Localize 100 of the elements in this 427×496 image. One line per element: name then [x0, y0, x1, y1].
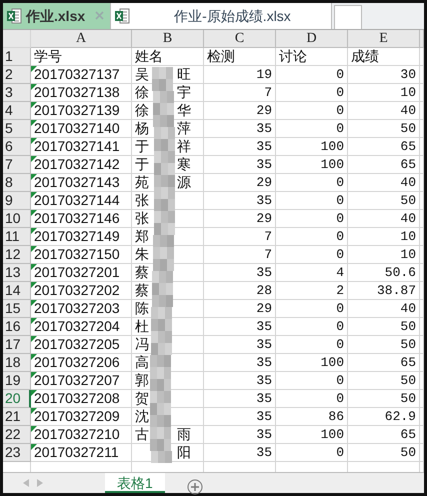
row-header[interactable]: 16 — [3, 318, 31, 336]
table-cell: 50 — [348, 318, 420, 336]
row-header[interactable]: 11 — [3, 228, 31, 246]
scroll-right-icon[interactable] — [37, 479, 43, 487]
name-text: 阳 — [177, 444, 191, 460]
name-text: 寒 — [177, 156, 191, 172]
spreadsheet-file-icon — [115, 8, 130, 24]
table-cell: 0 — [276, 318, 348, 336]
row-header[interactable]: 20 — [3, 390, 31, 408]
table-cell: 65 — [348, 354, 420, 372]
table-cell: 7 — [204, 84, 276, 102]
column-header[interactable]: A — [31, 30, 132, 48]
table-cell: 20170327146 — [31, 210, 132, 228]
row-header[interactable]: 13 — [3, 264, 31, 282]
name-text: 旺 — [177, 66, 191, 82]
table-cell: 0 — [276, 210, 348, 228]
table-cell: 检测 — [204, 48, 276, 66]
table-cell: 40 — [348, 300, 420, 318]
name-text: 雨 — [177, 426, 191, 442]
name-text: 萍 — [177, 120, 191, 136]
row-header[interactable]: 6 — [3, 138, 31, 156]
scroll-left-icon[interactable] — [23, 479, 29, 487]
table-cell: 20170327210 — [31, 426, 132, 444]
table-cell: 20170327204 — [31, 318, 132, 336]
name-text: 郑 — [135, 228, 150, 245]
table-cell: 20170327206 — [31, 354, 132, 372]
table-cell: 35 — [204, 444, 276, 462]
table-cell: 7 — [204, 228, 276, 246]
name-text: 宇 — [177, 84, 191, 100]
table-cell: 50 — [348, 192, 420, 210]
row-header[interactable]: 7 — [3, 156, 31, 174]
row-header[interactable]: 4 — [3, 102, 31, 120]
row-header[interactable]: 19 — [3, 372, 31, 390]
table-cell: 35 — [204, 354, 276, 372]
name-text: 朱 — [135, 246, 150, 263]
table-cell: 4 — [276, 264, 348, 282]
new-tab-button[interactable] — [334, 5, 362, 29]
column-header[interactable]: E — [348, 30, 420, 48]
table-cell: 20170327142 — [31, 156, 132, 174]
table-cell: 65 — [348, 138, 420, 156]
row-header[interactable]: 23 — [3, 444, 31, 462]
column-header[interactable]: B — [132, 30, 204, 48]
table-cell: 0 — [276, 174, 348, 192]
row-header[interactable]: 2 — [3, 66, 31, 84]
name-text: 于 — [135, 156, 150, 173]
table-cell: 7 — [204, 246, 276, 264]
row-header[interactable]: 14 — [3, 282, 31, 300]
table-cell: 35 — [204, 156, 276, 174]
table-cell: 0 — [276, 120, 348, 138]
name-text: 杜 — [135, 318, 150, 335]
table-cell: 0 — [276, 228, 348, 246]
table-cell: 20170327143 — [31, 174, 132, 192]
table-cell: 65 — [348, 426, 420, 444]
table-cell: 40 — [348, 174, 420, 192]
table-cell: 50.6 — [348, 264, 420, 282]
table-cell: 0 — [276, 66, 348, 84]
row-header[interactable]: 12 — [3, 246, 31, 264]
row-header[interactable]: 8 — [3, 174, 31, 192]
table-cell: 62.9 — [348, 408, 420, 426]
row-header[interactable]: 3 — [3, 84, 31, 102]
table-cell: 29 — [204, 174, 276, 192]
table-cell: 38.87 — [348, 282, 420, 300]
table-cell: 讨论 — [276, 48, 348, 66]
table-cell: 50 — [348, 120, 420, 138]
name-text: 蔡 — [135, 282, 150, 299]
table-cell: 20170327205 — [31, 336, 132, 354]
row-header[interactable]: 18 — [3, 354, 31, 372]
row-header[interactable]: 21 — [3, 408, 31, 426]
file-tab[interactable]: 作业-原始成绩.xlsx — [111, 3, 332, 29]
row-header[interactable]: 22 — [3, 426, 31, 444]
file-tab[interactable]: 作业.xlsx — [3, 3, 112, 29]
table-cell: 100 — [276, 426, 348, 444]
column-header[interactable]: D — [276, 30, 348, 48]
name-text: 徐 — [135, 102, 150, 119]
name-text: 源 — [177, 174, 191, 190]
name-text: 高 — [135, 354, 150, 371]
row-header[interactable]: 10 — [3, 210, 31, 228]
row-header[interactable]: 15 — [3, 300, 31, 318]
spreadsheet-file-icon — [7, 8, 22, 24]
table-cell: 50 — [348, 336, 420, 354]
table-cell: 20170327139 — [31, 102, 132, 120]
row-header[interactable]: 9 — [3, 192, 31, 210]
table-cell: 0 — [276, 300, 348, 318]
table-cell: 100 — [276, 156, 348, 174]
select-all-button[interactable] — [3, 30, 31, 48]
column-header[interactable]: C — [204, 30, 276, 48]
row-header[interactable]: 1 — [3, 48, 31, 66]
table-cell: 0 — [276, 246, 348, 264]
table-cell: 0 — [276, 372, 348, 390]
table-cell: 86 — [276, 408, 348, 426]
table-cell: 2 — [276, 282, 348, 300]
table-cell: 29 — [204, 300, 276, 318]
table-cell: 40 — [348, 210, 420, 228]
table-cell: 100 — [276, 138, 348, 156]
name-text: 沈 — [135, 408, 150, 425]
row-header[interactable]: 5 — [3, 120, 31, 138]
table-cell: 40 — [348, 102, 420, 120]
row-header[interactable]: 17 — [3, 336, 31, 354]
table-cell: 0 — [276, 336, 348, 354]
sheet-tab[interactable]: 表格1 — [105, 473, 165, 493]
